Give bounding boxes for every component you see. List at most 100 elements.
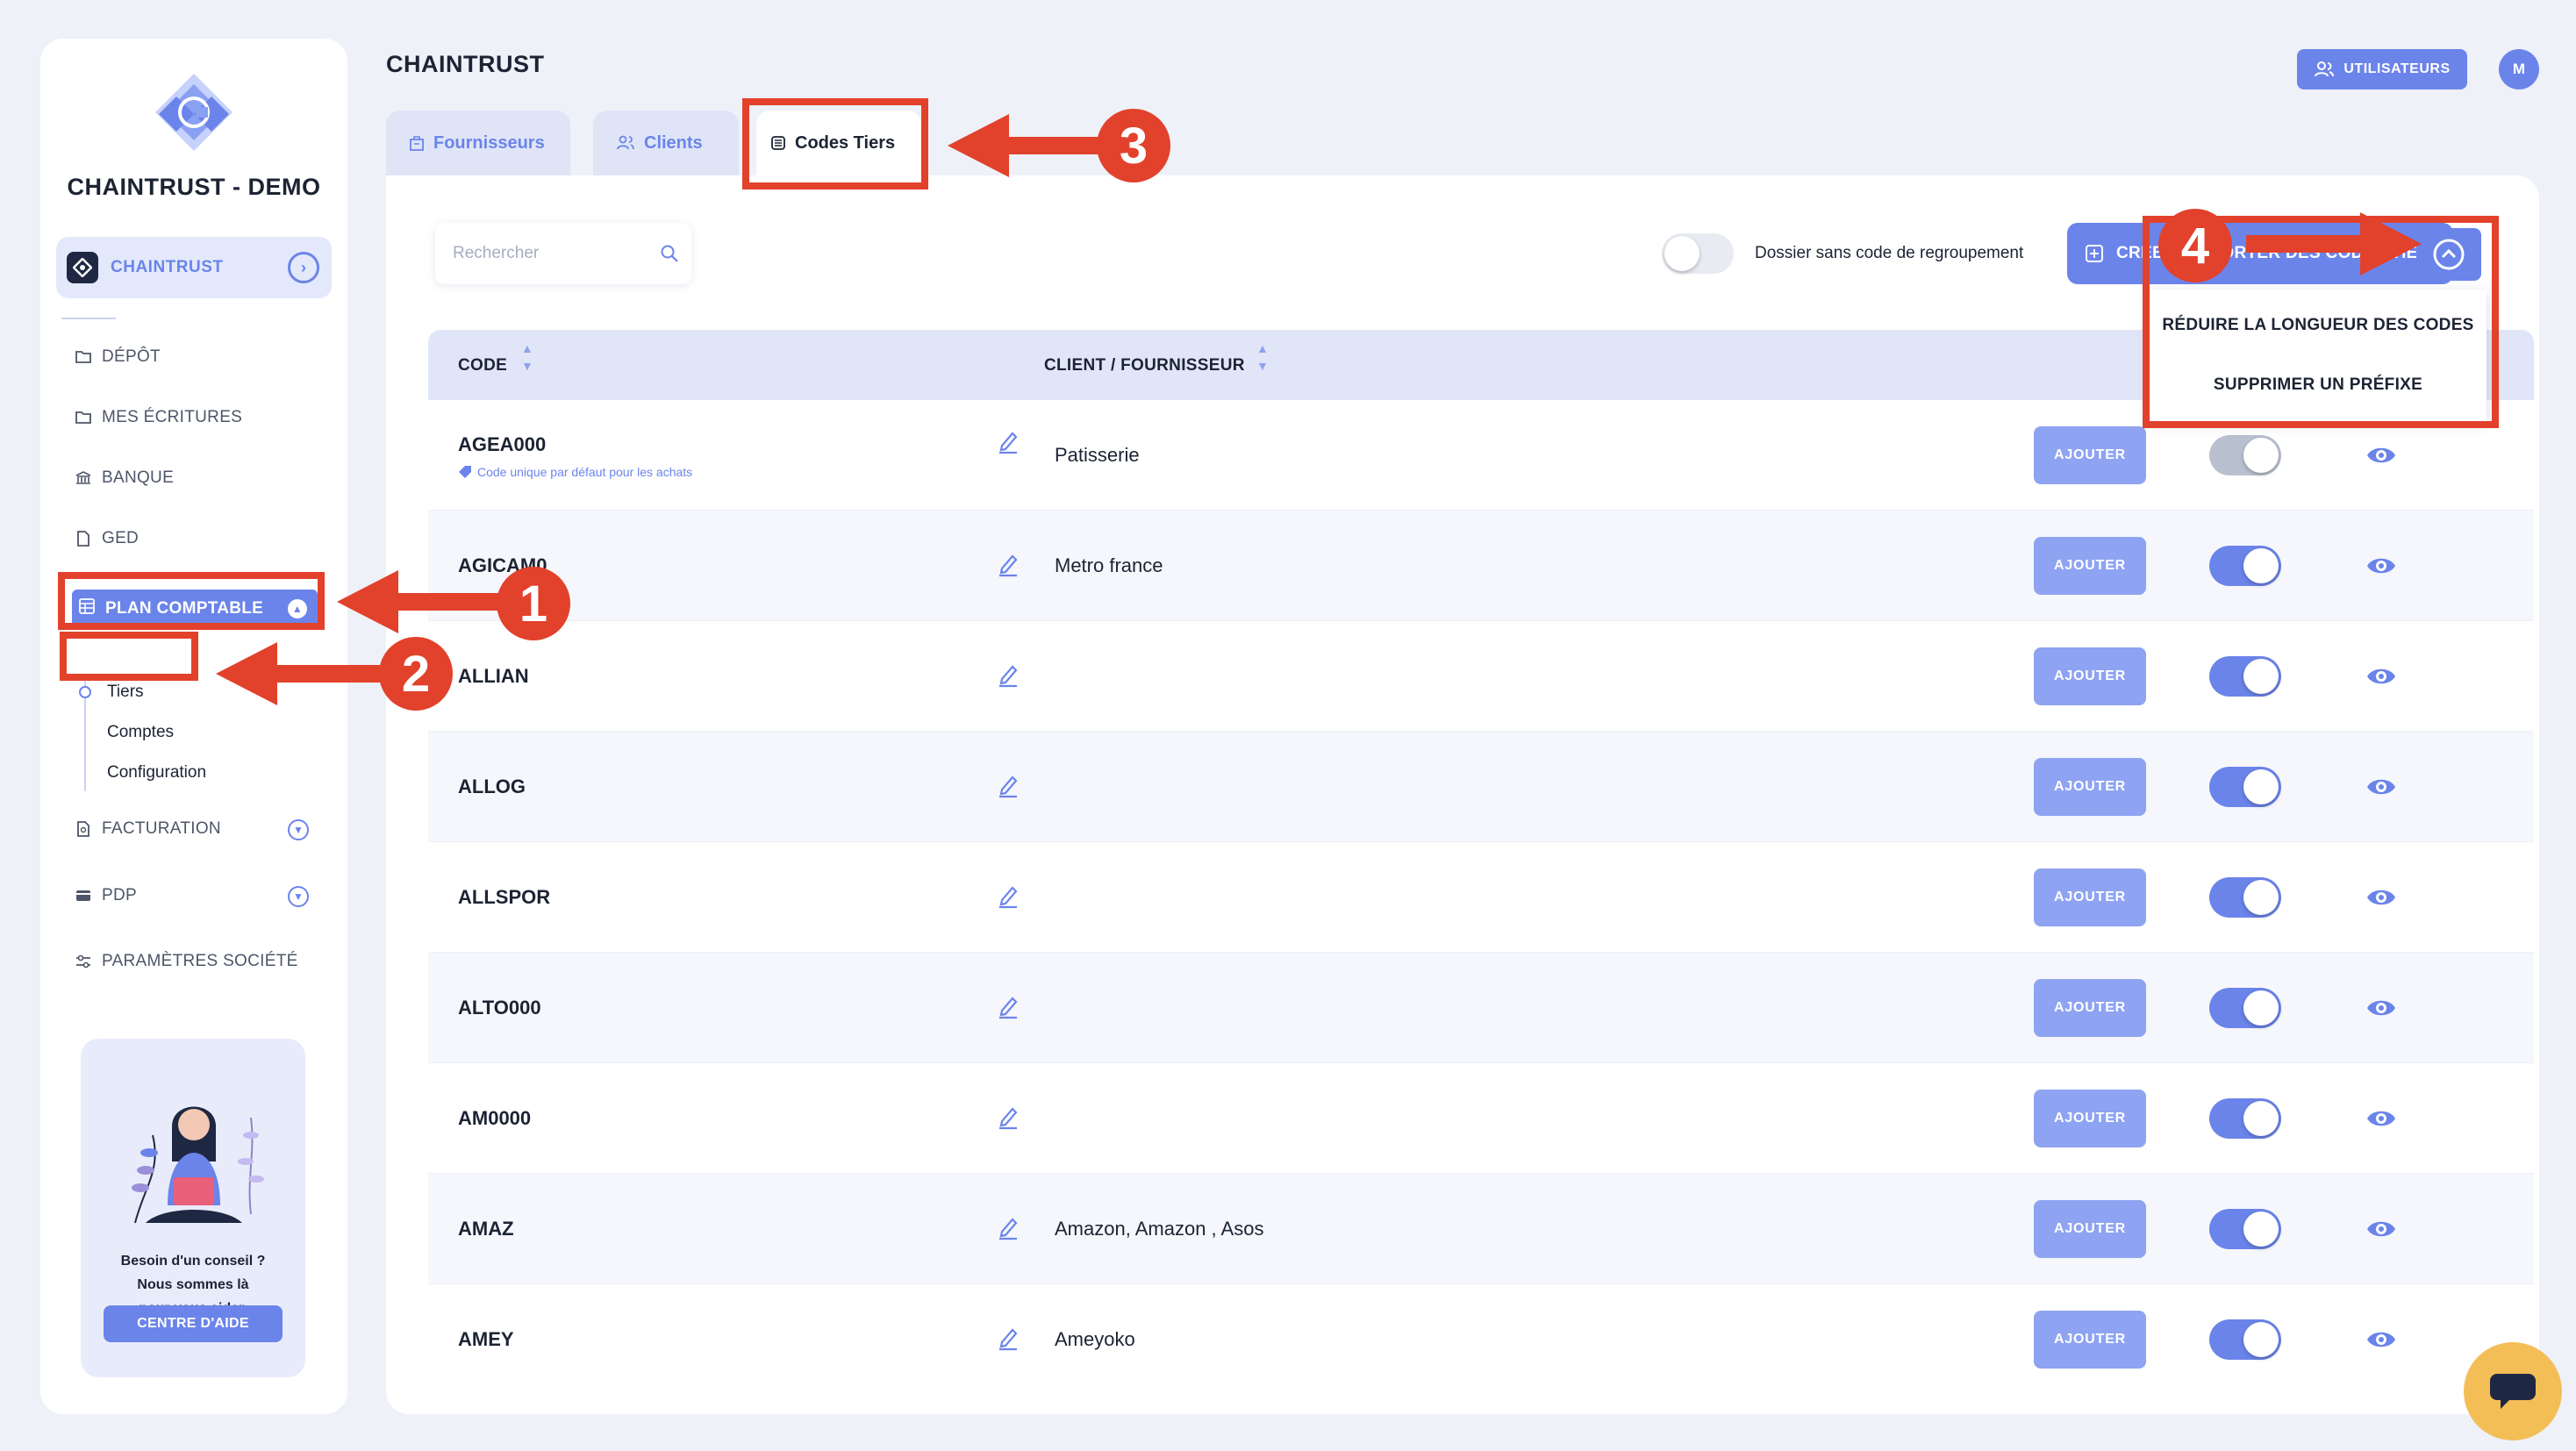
toggle-knob <box>2243 990 2279 1026</box>
nav-label: BANQUE <box>102 468 175 487</box>
column-header-client[interactable]: CLIENT / FOURNISSEUR <box>1044 356 1245 375</box>
active-dot-icon <box>79 686 91 698</box>
edit-icon[interactable] <box>997 1326 1020 1351</box>
code-value: ALLOG <box>458 776 526 797</box>
edit-icon[interactable] <box>997 1105 1020 1130</box>
no-grouping-code-toggle[interactable] <box>1662 233 1734 274</box>
chevron-down-icon[interactable]: ▼ <box>288 819 309 840</box>
add-button[interactable]: AJOUTER <box>2034 537 2146 595</box>
eye-icon[interactable] <box>2365 442 2397 468</box>
users-button[interactable]: UTILISATEURS <box>2297 49 2467 89</box>
submenu-item-comptes[interactable]: Comptes <box>107 723 174 742</box>
add-button[interactable]: AJOUTER <box>2034 426 2146 484</box>
page-title: CHAINTRUST <box>386 51 545 77</box>
search-icon[interactable] <box>660 244 679 263</box>
edit-icon[interactable] <box>997 430 1020 454</box>
edit-icon[interactable] <box>997 995 1020 1019</box>
eye-icon[interactable] <box>2365 1105 2397 1132</box>
eye-icon[interactable] <box>2365 663 2397 690</box>
meditating-woman-illustration <box>132 1106 264 1224</box>
add-button[interactable]: AJOUTER <box>2034 1311 2146 1369</box>
eye-icon[interactable] <box>2365 774 2397 800</box>
add-button[interactable]: AJOUTER <box>2034 868 2146 926</box>
organization-label: CHAINTRUST <box>111 258 224 276</box>
nav-label: DÉPÔT <box>102 347 161 366</box>
add-button[interactable]: AJOUTER <box>2034 1200 2146 1258</box>
annotation-box-3 <box>742 98 928 189</box>
code-value: AM0000 <box>458 1107 532 1129</box>
nav-item-depot[interactable]: DÉPÔT <box>75 347 161 367</box>
edit-icon[interactable] <box>997 1216 1020 1240</box>
search-input[interactable] <box>453 240 655 267</box>
client-value: Patisserie <box>1055 444 1140 466</box>
client-value: Metro france <box>1055 554 1163 576</box>
nav-item-mes-ecritures[interactable]: MES ÉCRITURES <box>75 408 242 427</box>
code-value: AGEA000 <box>458 433 547 455</box>
default-code-note: Code unique par défaut pour les achats <box>458 465 692 479</box>
row-toggle[interactable] <box>2209 546 2281 586</box>
eye-icon[interactable] <box>2365 1216 2397 1242</box>
nav-label: MES ÉCRITURES <box>102 408 243 426</box>
nav-item-facturation[interactable]: FACTURATION <box>75 819 221 839</box>
edit-icon[interactable] <box>997 553 1020 577</box>
row-toggle[interactable] <box>2209 1319 2281 1360</box>
annotation-badge-2: 2 <box>379 637 453 711</box>
toggle-knob <box>1664 236 1699 271</box>
avatar[interactable]: M <box>2499 49 2539 89</box>
add-button[interactable]: AJOUTER <box>2034 758 2146 816</box>
search-box[interactable] <box>435 223 691 284</box>
eye-icon[interactable] <box>2365 884 2397 911</box>
add-button[interactable]: AJOUTER <box>2034 979 2146 1037</box>
eye-icon[interactable] <box>2365 995 2397 1021</box>
column-header-code[interactable]: CODE <box>458 356 507 375</box>
users-button-label: UTILISATEURS <box>2343 61 2451 76</box>
help-card: Besoin d'un conseil ? Nous sommes là pou… <box>81 1039 305 1377</box>
eye-icon[interactable] <box>2365 553 2397 579</box>
sort-icon[interactable]: ▲ ▼ <box>521 342 533 372</box>
company-name: CHAINTRUST - DEMO <box>67 174 321 200</box>
tab-fournisseurs[interactable]: Fournisseurs <box>386 111 570 175</box>
nav-label: PARAMÈTRES SOCIÉTÉ <box>102 952 298 970</box>
row-toggle[interactable] <box>2209 988 2281 1028</box>
sort-icon[interactable]: ▲ ▼ <box>1256 342 1269 372</box>
toggle-knob <box>2243 1212 2279 1247</box>
row-toggle[interactable] <box>2209 1209 2281 1249</box>
folder-icon <box>75 410 91 425</box>
edit-icon[interactable] <box>997 663 1020 688</box>
nav-item-ged[interactable]: GED <box>75 529 139 548</box>
help-line: Besoin d'un conseil ? <box>120 1254 266 1269</box>
toggle-knob <box>2243 769 2279 804</box>
chevron-right-icon[interactable]: › <box>288 252 319 283</box>
code-value: AMEY <box>458 1328 514 1350</box>
eye-icon[interactable] <box>2365 1326 2397 1353</box>
building-icon <box>410 136 424 151</box>
row-toggle[interactable] <box>2209 435 2281 475</box>
tab-clients[interactable]: Clients <box>593 111 739 175</box>
chevron-down-icon[interactable]: ▼ <box>288 886 309 907</box>
add-button[interactable]: AJOUTER <box>2034 1090 2146 1147</box>
chat-launcher[interactable] <box>2464 1342 2562 1440</box>
edit-icon[interactable] <box>997 774 1020 798</box>
help-center-button[interactable]: CENTRE D'AIDE <box>104 1305 283 1342</box>
toggle-knob <box>2243 880 2279 915</box>
row-toggle[interactable] <box>2209 767 2281 807</box>
tab-label: Fournisseurs <box>433 132 545 153</box>
row-toggle[interactable] <box>2209 877 2281 918</box>
users-icon <box>617 135 634 150</box>
edit-icon[interactable] <box>997 884 1020 909</box>
nav-item-pdp[interactable]: PDP <box>75 886 137 905</box>
nav-item-parametres-societe[interactable]: PARAMÈTRES SOCIÉTÉ <box>75 952 298 971</box>
add-button[interactable]: AJOUTER <box>2034 647 2146 705</box>
nav-label: GED <box>102 529 140 547</box>
submenu-item-configuration[interactable]: Configuration <box>107 763 206 783</box>
nav-item-banque[interactable]: BANQUE <box>75 468 174 488</box>
organization-selector[interactable]: CHAINTRUST › <box>56 237 332 298</box>
submenu-item-tiers[interactable]: Tiers <box>107 683 144 702</box>
toggle-knob <box>2243 1101 2279 1136</box>
table-row: AMEY Ameyoko AJOUTER <box>428 1284 2534 1395</box>
row-toggle[interactable] <box>2209 656 2281 697</box>
nav-label: PDP <box>102 886 137 904</box>
chaintrust-mini-logo <box>67 252 98 283</box>
row-toggle[interactable] <box>2209 1098 2281 1139</box>
plus-square-icon <box>2086 245 2103 262</box>
